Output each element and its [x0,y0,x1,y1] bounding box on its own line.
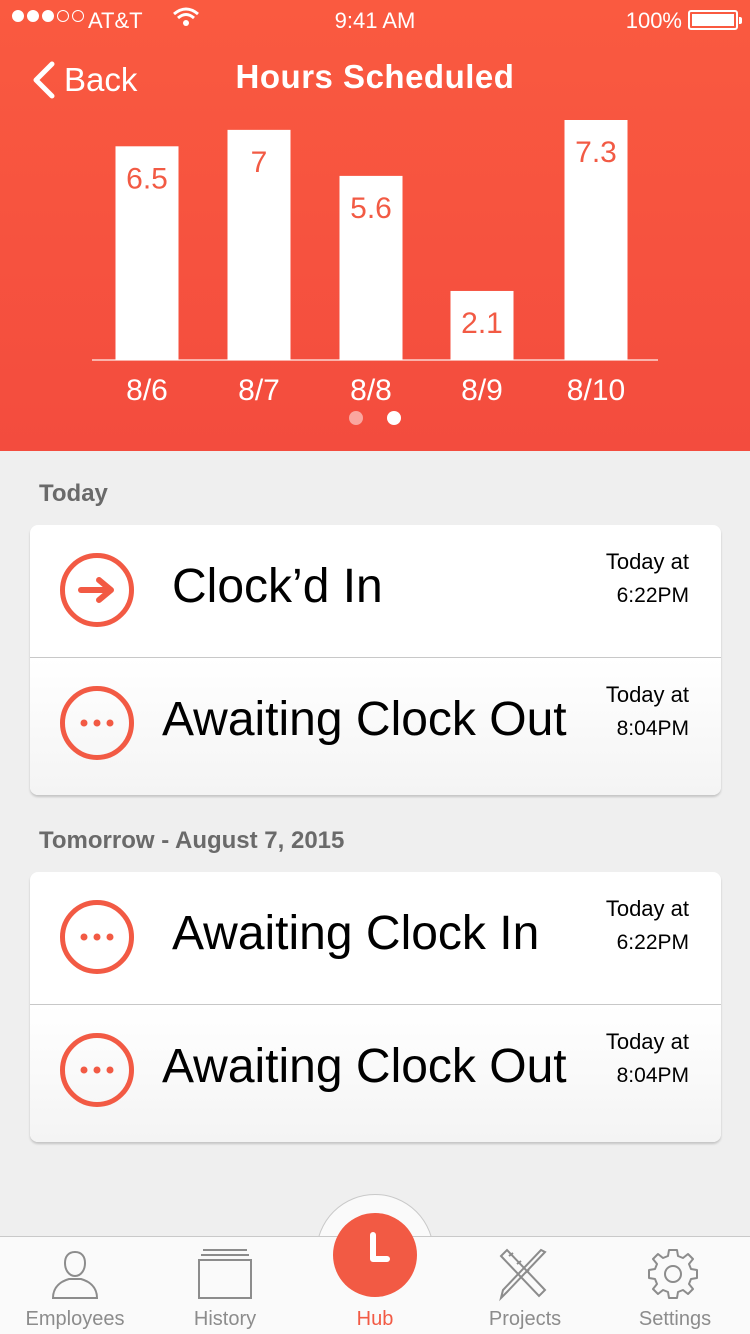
x-tick-label: 8/9 [461,374,503,407]
pencil-ruler-icon [499,1248,547,1302]
list-item[interactable]: Awaiting Clock Out Today at 8:04PM [30,1005,721,1142]
nav-bar: Back Hours Scheduled [0,50,750,110]
x-tick-label: 8/10 [567,374,625,407]
chart-svg: 6.5 8/6 7 8/7 5.6 8/8 2.1 8/9 7.3 8/10 [92,120,658,407]
row-time-line1: Today at [605,1029,689,1054]
ellipsis-icon [60,900,134,974]
row-label: Awaiting Clock In [172,907,540,960]
tomorrow-card: Awaiting Clock In Today at 6:22PM Awaiti… [30,872,721,1142]
today-card: Clock’d In Today at 6:22PM Awaiting Cloc… [30,525,721,795]
bar-data-label: 2.1 [461,307,503,340]
tab-projects[interactable]: Projects [450,1236,600,1334]
page-dot-1[interactable] [349,411,363,425]
row-time: Today at 6:22PM [606,549,689,608]
page-dot-2[interactable] [387,411,401,425]
ellipsis-icon [60,1033,134,1107]
tab-history[interactable]: History [150,1236,300,1334]
row-time-line2: 6:22PM [616,584,689,607]
tab-label: Hub [356,1308,394,1330]
row-time: Today at 6:22PM [606,896,689,955]
tab-hub[interactable]: Hub [300,1236,450,1334]
tab-settings[interactable]: Settings [600,1236,750,1334]
list-item[interactable]: Awaiting Clock In Today at 6:22PM [30,872,721,1005]
row-time: Today at 8:04PM [606,682,689,741]
row-time-line1: Today at [605,682,689,707]
row-time-line1: Today at [605,549,689,574]
x-tick-label: 8/6 [126,374,168,407]
row-time-line2: 8:04PM [616,717,689,740]
stack-icon [198,1249,252,1299]
tab-label: Settings [638,1308,712,1330]
list-item[interactable]: Awaiting Clock Out Today at 8:04PM [30,658,721,795]
battery-icon [688,10,742,30]
page-indicator[interactable] [0,411,750,425]
arrow-right-icon [60,553,134,627]
row-label: Awaiting Clock Out [162,693,567,746]
battery-percent: 100% [625,8,682,33]
row-label: Clock’d In [172,560,383,613]
ellipsis-icon [60,686,134,760]
bar-data-label: 5.6 [350,192,392,225]
tab-employees[interactable]: Employees [0,1236,150,1334]
person-icon [51,1250,99,1299]
status-bar: AT&T 9:41 AM 100% [0,0,750,40]
tab-label: Projects [488,1308,562,1330]
row-time-line2: 8:04PM [616,1064,689,1087]
x-tick-label: 8/8 [350,374,392,407]
row-label: Awaiting Clock Out [162,1040,567,1093]
row-time-line2: 6:22PM [616,931,689,954]
x-tick-label: 8/7 [238,374,280,407]
tab-label: History [193,1308,257,1330]
bar-data-label: 7.3 [575,136,617,169]
section-label-today: Today [39,480,108,507]
gear-icon [648,1249,698,1299]
list-item[interactable]: Clock’d In Today at 6:22PM [30,525,721,658]
tab-label: Employees [25,1308,125,1330]
header: AT&T 9:41 AM 100% Back Hours Scheduled 6… [0,0,750,451]
bar-data-label: 6.5 [126,162,168,195]
page-title: Hours Scheduled [235,58,515,95]
section-label-tomorrow: Tomorrow - August 7, 2015 [39,827,345,854]
row-time: Today at 8:04PM [606,1029,689,1088]
hours-bar-chart: 6.5 8/6 7 8/7 5.6 8/8 2.1 8/9 7.3 8/10 [0,110,750,410]
row-time-line1: Today at [605,896,689,921]
bar-data-label: 7 [251,146,268,179]
